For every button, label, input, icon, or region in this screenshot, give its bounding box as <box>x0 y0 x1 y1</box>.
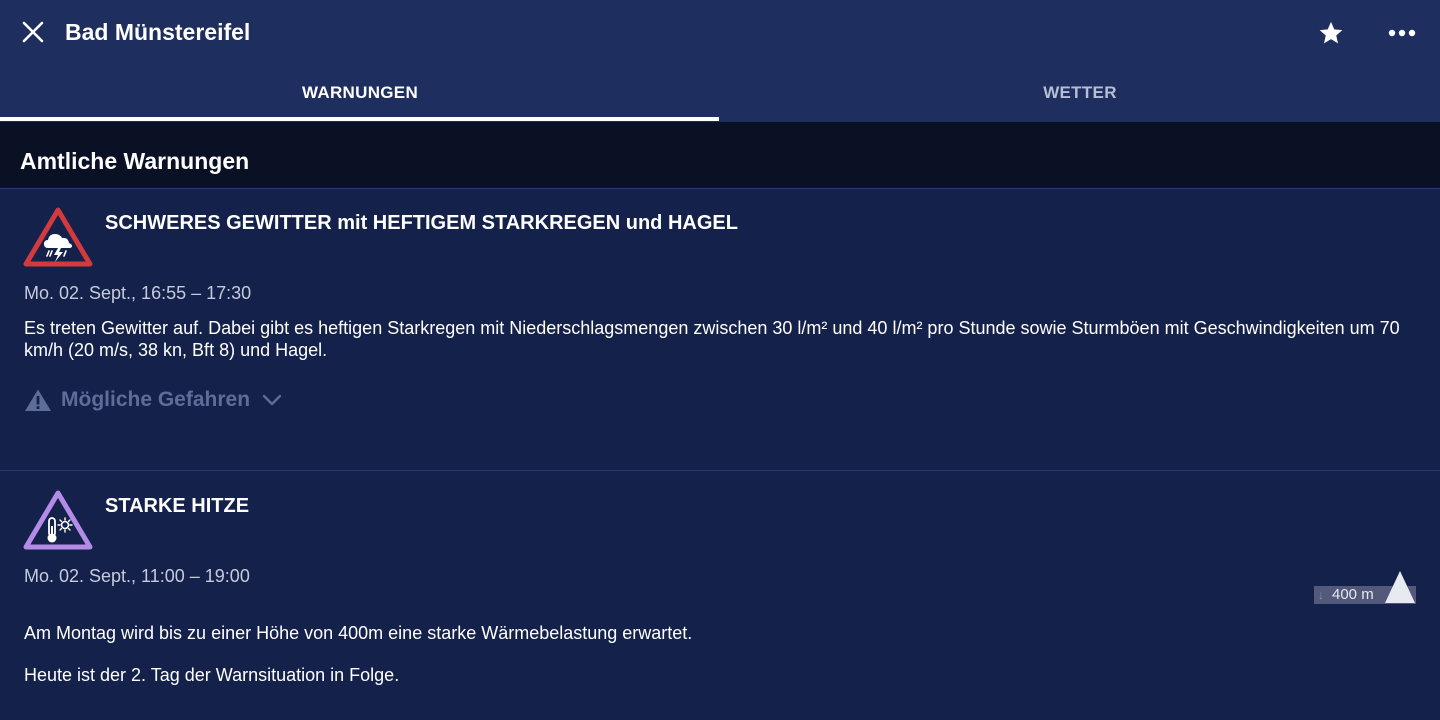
section-title: Amtliche Warnungen <box>20 148 250 174</box>
warning-time: Mo. 02. Sept., 16:55 – 17:30 <box>24 283 252 303</box>
alert-triangle-icon <box>25 389 51 411</box>
arrow-down-icon: ↓ <box>1318 588 1324 602</box>
close-icon <box>22 21 44 43</box>
height-badge-label: 400 m <box>1332 586 1374 603</box>
star-icon <box>1319 21 1343 44</box>
possible-hazards-toggle[interactable]: Mögliche Gefahren <box>24 386 282 414</box>
more-icon <box>1388 29 1416 37</box>
warning-description-line: Am Montag wird bis zu einer Höhe von 400… <box>24 623 693 643</box>
warning-title: SCHWERES GEWITTER mit HEFTIGEM STARKREGE… <box>105 212 738 234</box>
active-tab-indicator <box>0 117 719 121</box>
heat-warning-icon <box>23 490 93 550</box>
tab-wetter[interactable]: WETTER <box>720 72 1440 114</box>
possible-hazards-label: Mögliche Gefahren <box>61 388 251 411</box>
divider <box>0 470 1440 471</box>
warning-description-line: Heute ist der 2. Tag der Warnsituation i… <box>24 665 400 685</box>
mountain-peak-icon <box>1385 571 1415 603</box>
divider <box>0 188 1440 189</box>
close-button[interactable] <box>18 17 48 47</box>
more-options-button[interactable] <box>1384 16 1420 50</box>
page-title: Bad Münstereifel <box>65 19 251 45</box>
chevron-down-icon <box>262 394 282 406</box>
thunderstorm-warning-icon <box>23 207 93 267</box>
warning-time: Mo. 02. Sept., 11:00 – 19:00 <box>24 566 250 586</box>
warning-title: STARKE HITZE <box>105 495 250 517</box>
app-header: Bad Münstereifel WARNUNGEN WETTER <box>0 0 1440 122</box>
warning-description: Es treten Gewitter auf. Dabei gibt es he… <box>24 318 1400 360</box>
favorite-button[interactable] <box>1314 16 1348 50</box>
tab-warnungen[interactable]: WARNUNGEN <box>0 72 720 114</box>
height-badge: ↓ 400 m <box>1314 570 1416 606</box>
